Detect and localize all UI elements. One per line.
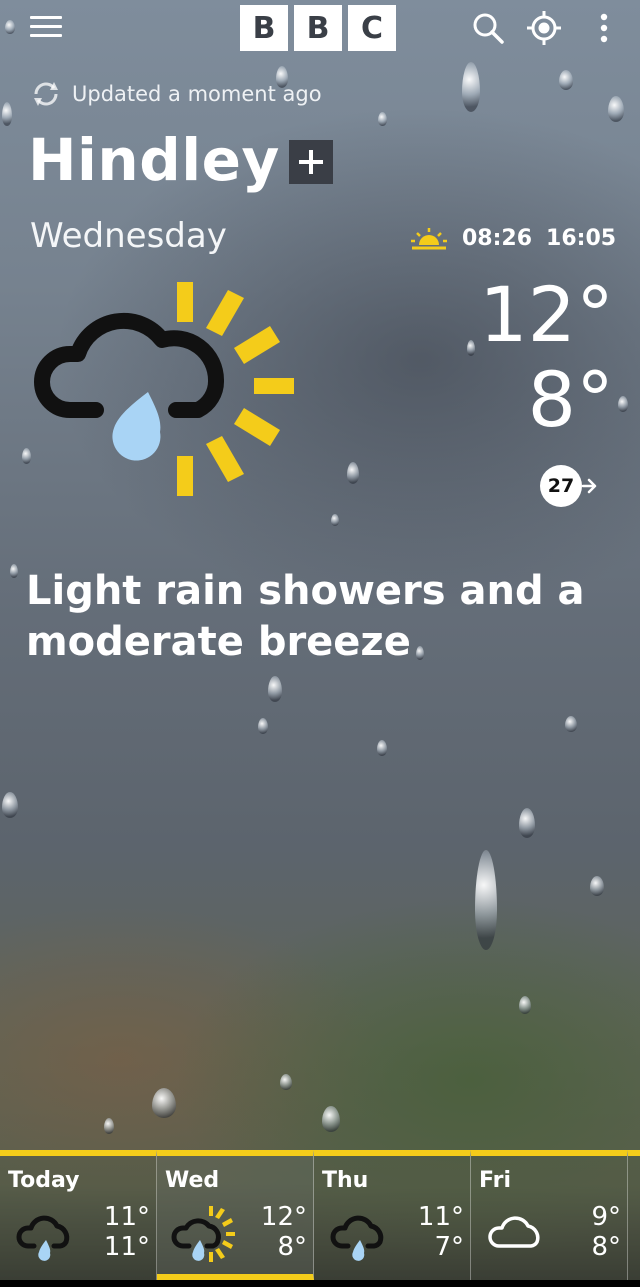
plus-icon — [299, 150, 323, 174]
forecast-day-next[interactable] — [628, 1150, 640, 1280]
logo-letter: C — [348, 5, 396, 51]
menu-button[interactable] — [30, 16, 62, 42]
wind-indicator: 27 — [540, 465, 598, 507]
forecast-day-label: Fri — [479, 1168, 512, 1193]
more-options-button[interactable] — [584, 8, 624, 48]
sunrise-icon — [411, 227, 447, 249]
bottom-edge — [0, 1280, 640, 1287]
forecast-high: 12° — [260, 1202, 307, 1232]
more-vertical-icon — [600, 13, 608, 43]
forecast-high: 11° — [417, 1202, 464, 1232]
search-icon — [473, 13, 504, 44]
forecast-low: 8° — [277, 1232, 307, 1262]
current-day: Wednesday — [30, 216, 227, 256]
forecast-strip: Today 11° 11° Wed 12° 8° Thu 11° 7° Fri … — [0, 1150, 640, 1280]
last-updated[interactable]: Updated a moment ago — [30, 80, 322, 108]
light-rain-cloud-icon — [16, 1215, 70, 1261]
forecast-day-fri[interactable]: Fri 9° 8° — [471, 1150, 628, 1280]
forecast-day-thu[interactable]: Thu 11° 7° — [314, 1150, 471, 1280]
updated-text: Updated a moment ago — [72, 82, 322, 106]
weather-summary: Light rain showers and a moderate breeze — [26, 568, 585, 665]
locate-button[interactable] — [524, 8, 564, 48]
forecast-low: 7° — [434, 1232, 464, 1262]
sunset-time: 16:05 — [546, 226, 617, 251]
forecast-high: 11° — [103, 1202, 150, 1232]
temperature-high: 12° — [479, 270, 614, 359]
forecast-high: 9° — [591, 1202, 621, 1232]
sunrise-time: 08:26 — [462, 226, 533, 251]
light-rain-showers-sun-icon — [171, 1206, 235, 1262]
bbc-logo: B B C — [240, 5, 396, 51]
wind-speed: 27 — [540, 465, 582, 507]
forecast-low: 8° — [591, 1232, 621, 1262]
hamburger-menu-icon — [30, 16, 62, 19]
forecast-day-label: Thu — [322, 1168, 369, 1193]
forecast-day-label: Wed — [165, 1168, 220, 1193]
cloud-icon — [488, 1216, 540, 1248]
logo-letter: B — [240, 5, 288, 51]
light-rain-showers-sun-icon — [34, 282, 294, 496]
forecast-low: 11° — [103, 1232, 150, 1262]
temperature-low: 8° — [527, 355, 614, 444]
locate-icon — [527, 11, 561, 45]
wind-direction-arrow-icon — [582, 478, 597, 494]
add-location-button[interactable] — [289, 140, 333, 184]
refresh-icon — [34, 82, 58, 106]
forecast-day-wed[interactable]: Wed 12° 8° — [157, 1150, 314, 1280]
light-rain-cloud-icon — [330, 1215, 384, 1261]
search-button[interactable] — [468, 8, 508, 48]
sun-times: 08:26 16:05 — [410, 226, 616, 251]
logo-letter: B — [294, 5, 342, 51]
forecast-day-label: Today — [8, 1168, 80, 1193]
location-name: Hindley — [28, 126, 280, 194]
forecast-day-today[interactable]: Today 11° 11° — [0, 1150, 157, 1280]
